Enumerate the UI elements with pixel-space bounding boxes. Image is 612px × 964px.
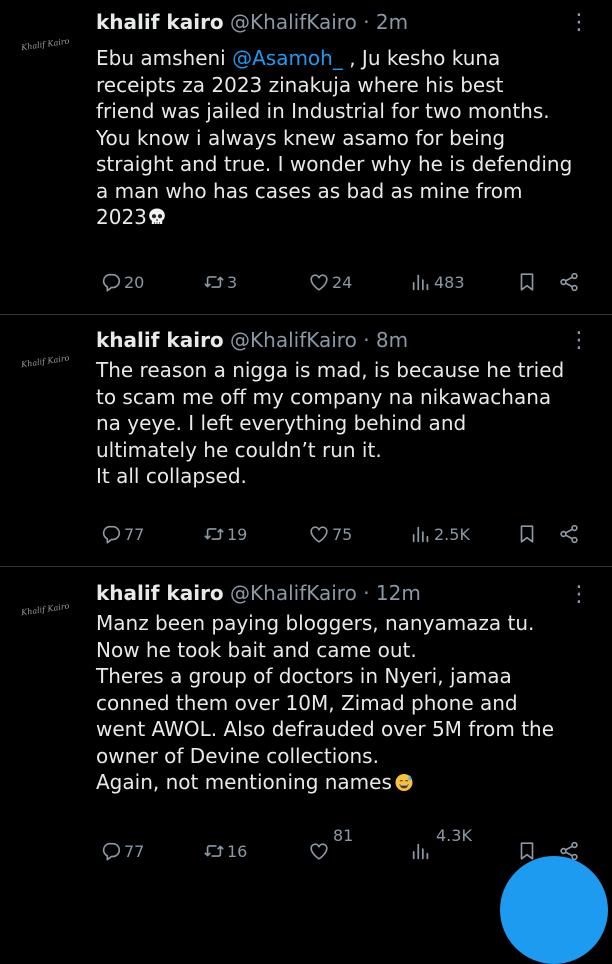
repost-icon (204, 276, 224, 288)
tweet-header: khalif kairo @KhalifKairo · 8m (96, 328, 408, 352)
share-button[interactable] (558, 523, 580, 545)
avatar[interactable]: Khalif Kairo (21, 354, 70, 382)
views-button[interactable] (410, 840, 432, 862)
tweet-line: na yeye. I left everything behind and (96, 411, 467, 435)
share-button[interactable] (558, 271, 580, 293)
repost-icon (204, 528, 224, 540)
views-button[interactable]: 2.5K (410, 523, 470, 545)
like-button[interactable] (308, 840, 330, 862)
tweet-line: receipts za 2023 zinakuja where his best (96, 72, 504, 97)
timestamp[interactable]: · 12m (363, 581, 421, 605)
repost-button[interactable]: 16 (203, 840, 247, 862)
repost-button[interactable]: 19 (203, 523, 247, 545)
bookmark-icon (520, 525, 534, 543)
tweet-divider (0, 566, 612, 567)
views-button[interactable]: 483 (410, 271, 465, 293)
tweet-divider (0, 314, 612, 315)
action-bar: 20 3 24 483 (0, 271, 612, 301)
views-count: 4.3K (436, 826, 472, 845)
tweet-line: friend was jailed in Industrial for two … (96, 99, 550, 123)
bookmark-icon (520, 273, 534, 291)
like-count: 24 (332, 272, 353, 292)
sweat-smile-emoji-icon (395, 774, 413, 791)
tweet-line: The reason a nigga is mad, is because he… (96, 358, 565, 382)
reply-button[interactable]: 77 (100, 523, 144, 545)
tweet-line: ultimately he couldn’t run it. (96, 437, 382, 462)
timestamp[interactable]: · 2m (363, 10, 408, 34)
views-icon (412, 274, 429, 291)
action-bar: 77 19 75 2.5K (0, 523, 612, 553)
tweet-line: Theres a group of doctors in Nyeri, jama… (96, 664, 512, 688)
like-count: 81 (333, 826, 354, 845)
bookmark-button[interactable] (516, 523, 538, 545)
reply-count: 77 (124, 841, 145, 861)
more-icon[interactable]: ⋮ (568, 330, 590, 352)
views-count: 483 (434, 272, 465, 292)
tweet-line: Manz been paying bloggers, nanyamaza tu. (96, 611, 535, 635)
tweet-line: to scam me off my company na nikawachana (96, 384, 552, 409)
skull-emoji-icon (149, 208, 165, 224)
tweet-line: Ebu amsheni @Asamoh_ , Ju kesho kuna (96, 46, 501, 70)
tweet-header: khalif kairo @KhalifKairo · 12m (96, 581, 421, 605)
author-name[interactable]: khalif kairo (96, 581, 224, 605)
repost-button[interactable]: 3 (203, 271, 237, 293)
reply-button[interactable]: 77 (100, 840, 144, 862)
timestamp[interactable]: · 8m (363, 328, 408, 352)
compose-fab[interactable] (500, 856, 608, 964)
reply-count: 77 (124, 524, 145, 544)
heart-icon (310, 526, 328, 543)
reply-icon (102, 273, 121, 292)
tweet-line: went AWOL. Also defrauded over 5M from t… (96, 717, 555, 741)
avatar[interactable]: Khalif Kairo (21, 37, 70, 65)
tweet-line: You know i always knew asamo for being (96, 125, 506, 150)
views-count: 2.5K (434, 524, 470, 544)
author-handle[interactable]: @KhalifKairo (230, 10, 357, 34)
heart-icon (310, 843, 328, 860)
avatar[interactable]: Khalif Kairo (21, 602, 70, 630)
tweet-line: Now he took bait and came out. (96, 637, 417, 662)
repost-count: 3 (227, 272, 238, 292)
author-handle[interactable]: @KhalifKairo (230, 581, 357, 605)
reply-button[interactable]: 20 (100, 271, 144, 293)
share-icon (560, 272, 578, 292)
author-name[interactable]: khalif kairo (96, 328, 224, 352)
share-icon (560, 524, 578, 544)
reply-icon (102, 842, 121, 861)
repost-icon (204, 845, 224, 857)
tweet-header: khalif kairo @KhalifKairo · 2m (96, 10, 408, 34)
reply-count: 20 (124, 272, 145, 292)
tweet-line: Again, not mentioning names (96, 769, 596, 796)
like-count: 75 (332, 524, 353, 544)
tweet-line: 2023 (96, 204, 596, 231)
heart-icon (310, 274, 328, 291)
tweet-text: Manz been paying bloggers, nanyamaza tu.… (96, 610, 596, 796)
like-button[interactable]: 24 (308, 271, 352, 293)
tweet-text: The reason a nigga is mad, is because he… (96, 357, 596, 490)
more-icon[interactable]: ⋮ (568, 584, 590, 606)
bookmark-button[interactable] (516, 271, 538, 293)
views-icon (412, 843, 429, 860)
reply-icon (102, 525, 121, 544)
repost-count: 16 (227, 841, 248, 861)
tweet-line: conned them over 10M, Zimad phone and (96, 690, 518, 715)
views-icon (412, 526, 429, 543)
action-bar: 77 16 81 4.3K (0, 826, 612, 870)
tweet-line: owner of Devine collections. (96, 743, 379, 768)
more-icon[interactable]: ⋮ (568, 12, 590, 34)
repost-count: 19 (227, 524, 248, 544)
like-button[interactable]: 75 (308, 523, 352, 545)
author-handle[interactable]: @KhalifKairo (230, 328, 357, 352)
tweet-line: a man who has cases as bad as mine from (96, 178, 523, 203)
tweet-line: It all collapsed. (96, 464, 247, 488)
tweet-line: straight and true. I wonder why he is de… (96, 152, 573, 176)
author-name[interactable]: khalif kairo (96, 10, 224, 34)
mention-link[interactable]: @Asamoh_ (232, 46, 343, 70)
tweet-text: Ebu amsheni @Asamoh_ , Ju kesho kuna rec… (96, 45, 596, 231)
